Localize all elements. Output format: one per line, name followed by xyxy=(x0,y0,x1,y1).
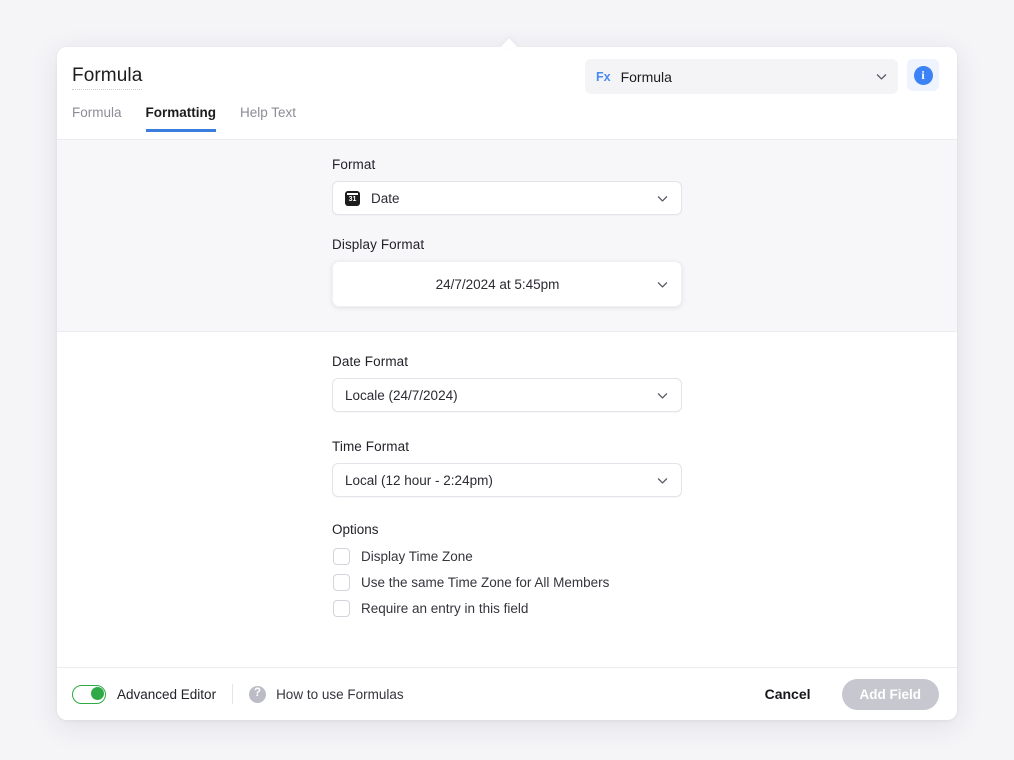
display-format-value: 24/7/2024 at 5:45pm xyxy=(435,276,560,292)
page-title: Formula xyxy=(72,65,143,90)
question-mark-icon[interactable]: ? xyxy=(249,685,267,703)
checkbox[interactable] xyxy=(333,600,350,617)
field-type-value: Formula xyxy=(620,68,672,85)
options-label: Options xyxy=(332,522,379,537)
display-format-field: Display Format 24/7/2024 at 5:45pm xyxy=(57,237,957,307)
chevron-down-icon xyxy=(656,389,669,402)
date-format-label: Date Format xyxy=(332,354,409,369)
format-label: Format xyxy=(332,157,376,172)
chevron-down-icon xyxy=(656,278,669,291)
display-format-select[interactable]: 24/7/2024 at 5:45pm xyxy=(332,261,682,307)
modal-header: Formula Formula Formatting Help Text Fx … xyxy=(57,47,957,140)
format-select[interactable]: 31 Date xyxy=(332,181,682,215)
date-format-field: Date Format Locale (24/7/2024) xyxy=(57,354,957,412)
option-label: Display Time Zone xyxy=(361,549,473,564)
format-field: Format 31 Date xyxy=(57,157,957,215)
chevron-down-icon xyxy=(656,192,669,205)
chevron-down-icon xyxy=(656,474,669,487)
divider xyxy=(232,684,234,704)
display-format-label: Display Format xyxy=(332,237,425,252)
time-format-field: Time Format Local (12 hour - 2:24pm) xyxy=(57,439,957,497)
modal-footer: Advanced Editor ? How to use Formulas Ca… xyxy=(57,667,957,720)
calendar-day-number: 31 xyxy=(348,196,357,203)
option-same-time-zone[interactable]: Use the same Time Zone for All Members xyxy=(332,574,957,591)
app-background: Formula Formula Formatting Help Text Fx … xyxy=(0,0,1014,760)
date-format-select[interactable]: Locale (24/7/2024) xyxy=(332,378,682,412)
details-section: Date Format Locale (24/7/2024) Time Form… xyxy=(57,332,957,667)
options-field: Options Display Time Zone Use the same T… xyxy=(57,522,957,617)
time-format-select[interactable]: Local (12 hour - 2:24pm) xyxy=(332,463,682,497)
time-format-label: Time Format xyxy=(332,439,410,454)
tab-bar: Formula Formatting Help Text xyxy=(72,105,296,132)
modal-pointer-notch xyxy=(500,38,518,48)
format-value: Date xyxy=(371,190,400,206)
info-button[interactable]: i xyxy=(907,59,939,91)
tab-help-text[interactable]: Help Text xyxy=(240,105,296,132)
calendar-31-icon: 31 xyxy=(345,190,360,206)
date-format-value: Locale (24/7/2024) xyxy=(345,387,458,403)
tab-formatting[interactable]: Formatting xyxy=(145,105,217,132)
info-icon: i xyxy=(913,65,933,85)
checkbox[interactable] xyxy=(333,574,350,591)
fx-icon: Fx xyxy=(596,69,611,84)
modal-body: Format 31 Date Display Format 24/7/2024 … xyxy=(57,140,957,667)
option-label: Require an entry in this field xyxy=(361,601,529,616)
option-require-entry[interactable]: Require an entry in this field xyxy=(332,600,957,617)
tab-formula[interactable]: Formula xyxy=(72,105,122,132)
option-label: Use the same Time Zone for All Members xyxy=(361,575,610,590)
field-editor-modal: Formula Formula Formatting Help Text Fx … xyxy=(57,47,957,720)
advanced-editor-toggle[interactable] xyxy=(72,684,106,704)
advanced-editor-label: Advanced Editor xyxy=(117,686,217,702)
add-field-button[interactable]: Add Field xyxy=(841,678,939,710)
format-section: Format 31 Date Display Format 24/7/2024 … xyxy=(57,140,957,332)
option-display-time-zone[interactable]: Display Time Zone xyxy=(332,548,957,565)
cancel-button[interactable]: Cancel xyxy=(755,680,821,708)
field-type-select[interactable]: Fx Formula xyxy=(585,59,898,94)
how-to-use-formulas-link[interactable]: How to use Formulas xyxy=(276,687,404,702)
time-format-value: Local (12 hour - 2:24pm) xyxy=(345,472,493,488)
chevron-down-icon xyxy=(875,70,888,83)
checkbox[interactable] xyxy=(333,548,350,565)
